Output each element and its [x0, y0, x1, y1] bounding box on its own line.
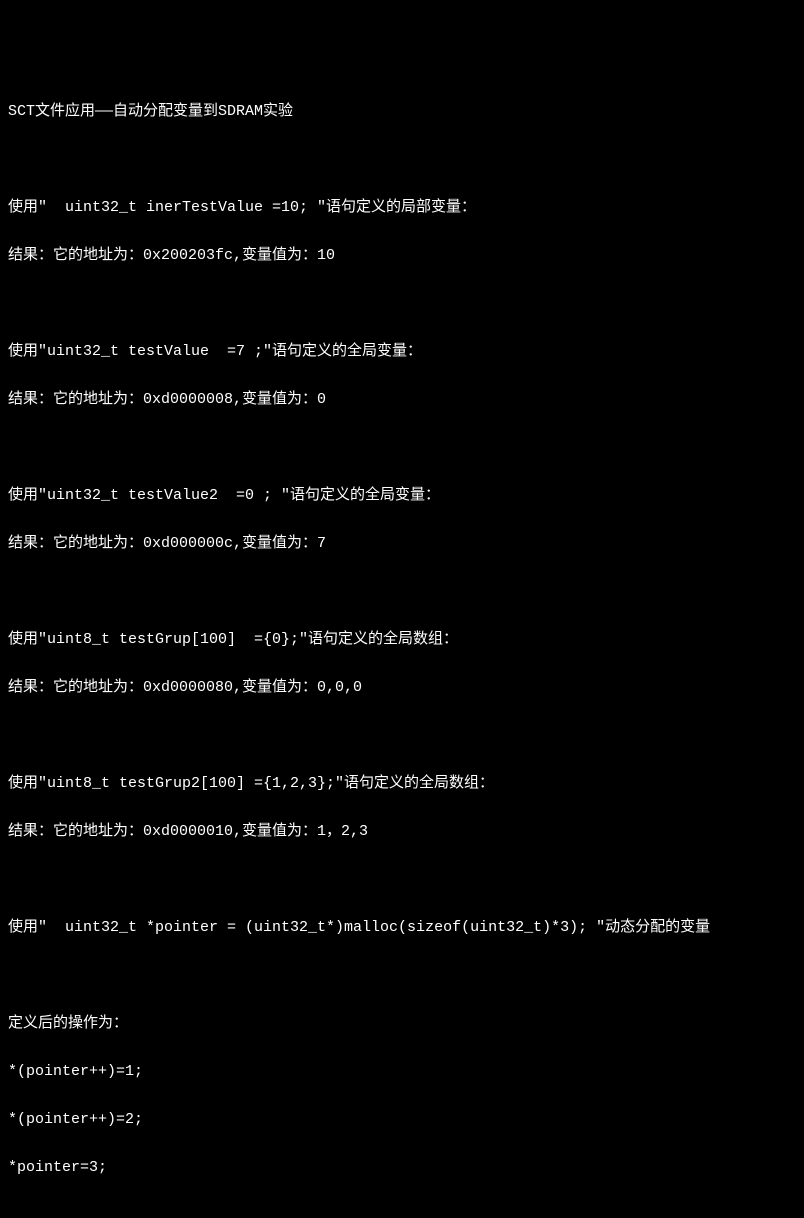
- output-line: 结果：它的地址为：0xd0000008,变量值为：0: [8, 388, 796, 412]
- output-line: 使用" uint32_t inerTestValue =10; "语句定义的局部…: [8, 196, 796, 220]
- blank-line: [8, 436, 796, 460]
- blank-line: [8, 148, 796, 172]
- output-line: 使用" uint32_t *pointer = (uint32_t*)mallo…: [8, 916, 796, 940]
- blank-line: [8, 724, 796, 748]
- output-line: 使用"uint8_t testGrup[100] ={0};"语句定义的全局数组…: [8, 628, 796, 652]
- output-line: *pointer=3;: [8, 1156, 796, 1180]
- blank-line: [8, 292, 796, 316]
- output-line: 结果：它的地址为：0xd0000010,变量值为：1，2,3: [8, 820, 796, 844]
- output-line: 使用"uint8_t testGrup2[100] ={1,2,3};"语句定义…: [8, 772, 796, 796]
- blank-line: [8, 964, 796, 988]
- blank-line: [8, 1204, 796, 1218]
- output-line: 结果：它的地址为：0x200203fc,变量值为：10: [8, 244, 796, 268]
- console-title: SCT文件应用——自动分配变量到SDRAM实验: [8, 100, 796, 124]
- output-line: 结果：它的地址为：0xd000000c,变量值为：7: [8, 532, 796, 556]
- output-line: 定义后的操作为：: [8, 1012, 796, 1036]
- blank-line: [8, 868, 796, 892]
- output-line: *(pointer++)=1;: [8, 1060, 796, 1084]
- output-line: 使用"uint32_t testValue2 =0 ; "语句定义的全局变量：: [8, 484, 796, 508]
- blank-line: [8, 580, 796, 604]
- output-line: 结果：它的地址为：0xd0000080,变量值为：0,0,0: [8, 676, 796, 700]
- output-line: 使用"uint32_t testValue =7 ;"语句定义的全局变量：: [8, 340, 796, 364]
- output-line: *(pointer++)=2;: [8, 1108, 796, 1132]
